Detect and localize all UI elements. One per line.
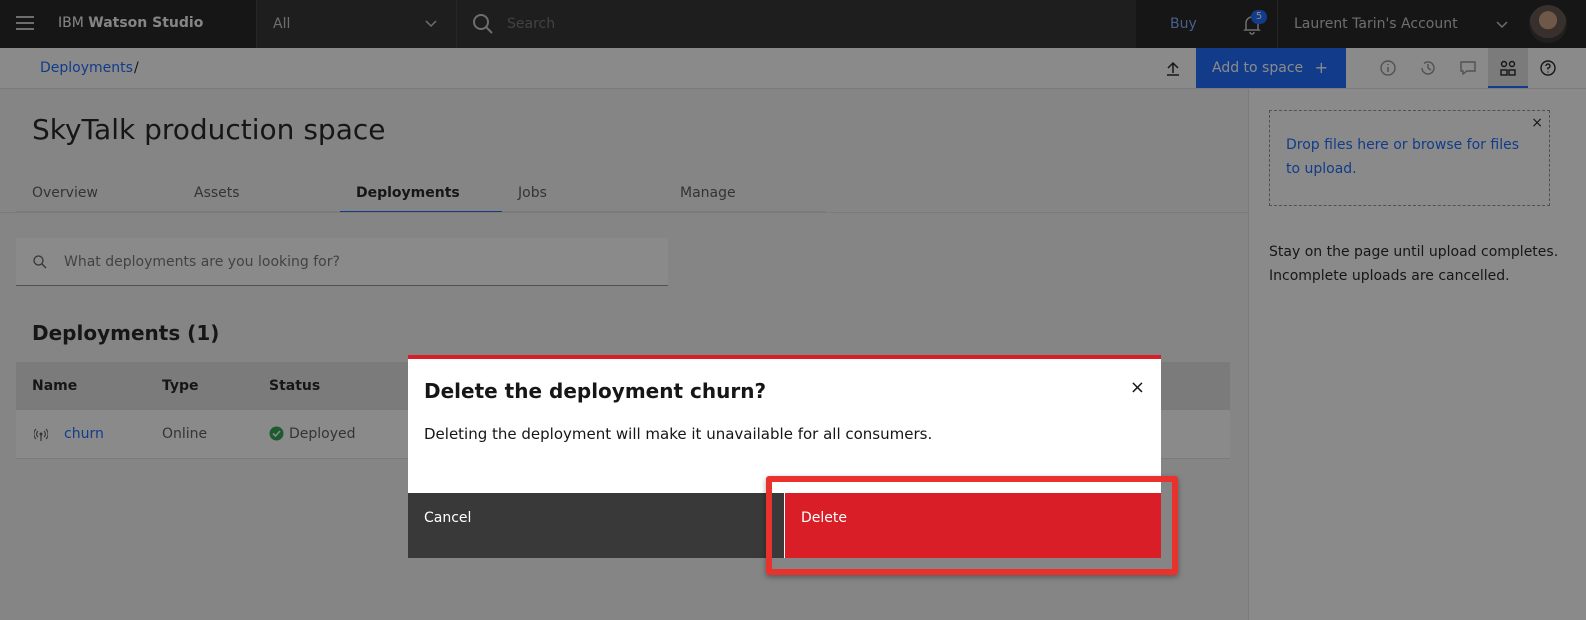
modal-body-text: Deleting the deployment will make it una… (424, 425, 933, 443)
modal-title-deployment-name: churn (690, 379, 755, 403)
modal-title-suffix: ? (754, 379, 767, 403)
delete-deployment-modal: Delete the deployment churn? × Deleting … (408, 355, 1161, 558)
close-icon[interactable]: × (1130, 377, 1145, 398)
modal-title-prefix: Delete the deployment (424, 379, 690, 403)
modal-title: Delete the deployment churn? (424, 379, 766, 403)
cancel-button[interactable]: Cancel (408, 493, 784, 558)
delete-button[interactable]: Delete (785, 493, 1161, 558)
